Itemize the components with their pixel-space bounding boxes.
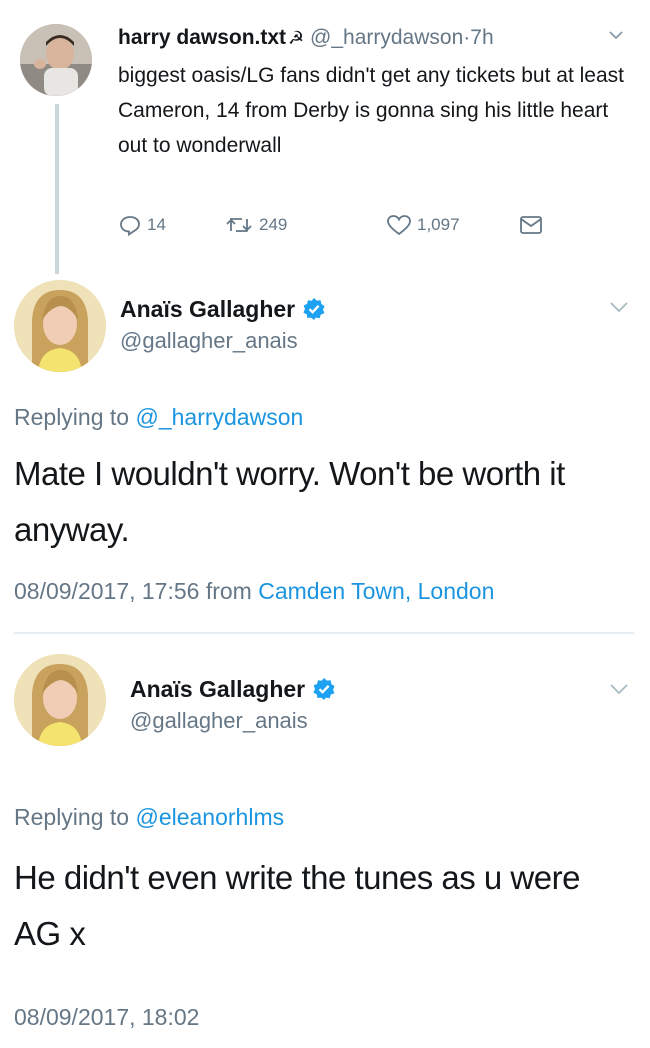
retweet-count: 249: [259, 215, 288, 234]
thread-connector: [55, 104, 59, 274]
avatar[interactable]: [14, 280, 106, 372]
replying-to: Replying to @_harrydawson: [14, 404, 303, 431]
username[interactable]: @gallagher_anais: [120, 328, 298, 354]
name-row: Anaïs Gallagher: [130, 672, 336, 706]
like-count: 1,097: [417, 215, 460, 234]
avatar[interactable]: [20, 24, 92, 96]
heart-icon: [387, 215, 411, 236]
tweet-reply-2: Anaïs Gallagher @gallagher_anais Replyin…: [0, 650, 650, 1048]
envelope-icon: [520, 216, 542, 234]
tweet-meta: 08/09/2017, 17:56 from Camden Town, Lond…: [14, 578, 494, 605]
username[interactable]: @gallagher_anais: [130, 708, 308, 734]
display-name[interactable]: harry dawson.txt: [118, 26, 286, 49]
name-emoji: ☭: [288, 28, 305, 48]
tweet-text: He didn't even write the tunes as u were…: [14, 859, 580, 952]
timestamp[interactable]: 08/09/2017, 18:02: [14, 1004, 199, 1030]
direct-message-button[interactable]: [518, 210, 549, 240]
replying-prefix: Replying to: [14, 404, 130, 430]
display-name[interactable]: Anaïs Gallagher: [130, 676, 305, 703]
reply-icon: [120, 216, 140, 236]
location-link[interactable]: Camden Town, London: [258, 578, 494, 604]
replying-prefix: Replying to: [14, 804, 130, 830]
tweet-text: biggest oasis/LG fans didn't get any tic…: [118, 64, 624, 157]
username[interactable]: @_harrydawson: [310, 26, 463, 49]
retweet-icon: [226, 217, 252, 233]
name-row: Anaïs Gallagher: [120, 292, 326, 326]
tweet-meta: 08/09/2017, 18:02: [14, 1004, 199, 1031]
timestamp[interactable]: 08/09/2017, 17:56: [14, 578, 199, 604]
divider: [14, 632, 634, 634]
chevron-down-icon[interactable]: [608, 28, 624, 46]
reply-button[interactable]: 14: [118, 210, 166, 240]
from-label: from: [205, 578, 252, 604]
verified-badge-icon: [303, 298, 325, 320]
replying-to-link[interactable]: @_harrydawson: [135, 404, 303, 430]
avatar[interactable]: [14, 654, 106, 746]
avatar-photo: [20, 24, 92, 96]
tweet-header: harry dawson.txt ☭ @_harrydawson·7h: [118, 24, 638, 54]
chevron-down-icon[interactable]: [608, 682, 630, 701]
timestamp[interactable]: 7h: [470, 26, 493, 49]
tweet-actions: 14 249 1,097: [118, 210, 578, 240]
chevron-down-icon[interactable]: [608, 300, 630, 319]
display-name[interactable]: Anaïs Gallagher: [120, 296, 295, 323]
avatar-photo: [14, 280, 106, 372]
reply-count: 14: [147, 215, 166, 234]
retweet-button[interactable]: 249: [224, 210, 287, 240]
like-button[interactable]: 1,097: [386, 210, 460, 240]
replying-to: Replying to @eleanorhlms: [14, 804, 284, 831]
tweet-text: Mate I wouldn't worry. Won't be worth it…: [14, 455, 565, 548]
verified-badge-icon: [313, 678, 335, 700]
avatar-photo: [14, 654, 106, 746]
replying-to-link[interactable]: @eleanorhlms: [135, 804, 284, 830]
tweet-reply-1: Anaïs Gallagher @gallagher_anais Replyin…: [0, 276, 650, 636]
